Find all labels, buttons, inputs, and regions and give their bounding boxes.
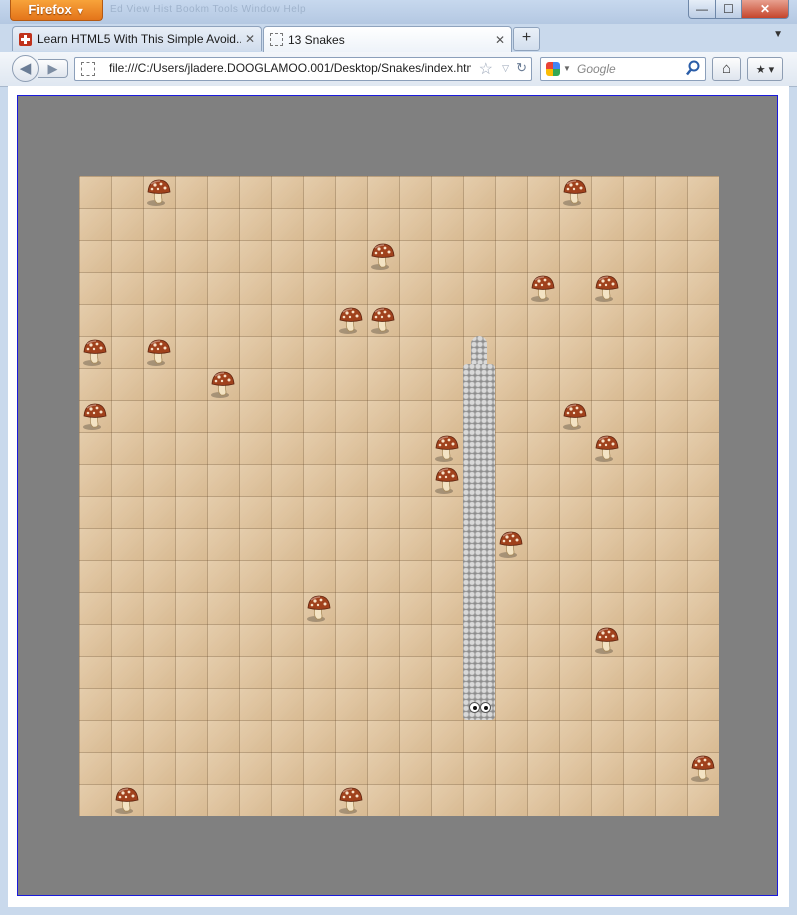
list-all-tabs-icon[interactable]: ▼	[773, 29, 783, 40]
snake-eye	[469, 702, 480, 713]
ghost-menu: Ed View Hist Bookm Tools Window Help	[110, 4, 307, 15]
red-plus-favicon-icon	[19, 32, 32, 46]
minimize-button[interactable]: —	[688, 0, 716, 19]
snake-body	[463, 364, 495, 720]
tab-13-snakes[interactable]: 13 Snakes ✕	[263, 26, 512, 52]
mushroom	[431, 432, 463, 464]
firefox-menu-button[interactable]: Firefox ▼	[10, 0, 103, 21]
home-icon: ⌂	[721, 60, 732, 77]
mushroom	[335, 304, 367, 336]
mushroom	[591, 432, 623, 464]
mushroom	[143, 176, 175, 208]
back-button[interactable]: ◀	[12, 55, 39, 82]
chevron-down-icon[interactable]: ▼	[563, 64, 571, 73]
search-icon[interactable]	[686, 60, 700, 79]
bookmark-star-icon[interactable]: ☆	[479, 59, 493, 79]
mushroom	[495, 528, 527, 560]
search-placeholder[interactable]: Google	[577, 62, 616, 76]
mushroom	[143, 336, 175, 368]
mushroom	[527, 272, 559, 304]
home-button[interactable]: ⌂	[712, 57, 741, 81]
mushroom	[367, 240, 399, 272]
bookmarks-button[interactable]: ★ ▾	[747, 57, 783, 81]
window-controls: — ☐ ✕	[688, 0, 789, 19]
reload-icon[interactable]: ↻	[516, 60, 527, 76]
mushroom	[335, 784, 367, 816]
back-forward-group: ▶ ◀	[12, 55, 68, 82]
maximize-button[interactable]: ☐	[716, 0, 742, 19]
mushroom	[591, 272, 623, 304]
tab-strip: Learn HTML5 With This Simple Avoid... ✕ …	[0, 24, 797, 52]
close-tab-icon[interactable]: ✕	[245, 32, 255, 46]
firefox-menu-label: Firefox	[28, 2, 72, 17]
snake-eye	[480, 702, 491, 713]
forward-button[interactable]: ▶	[38, 59, 68, 78]
tab-label: 13 Snakes	[288, 32, 345, 47]
snake	[463, 336, 495, 720]
search-bar[interactable]: ▼ Google	[540, 57, 706, 81]
back-arrow-icon: ◀	[19, 60, 32, 77]
mushroom	[79, 400, 111, 432]
title-bar: Firefox ▼ Ed View Hist Bookm Tools Window…	[0, 0, 797, 24]
mushroom	[207, 368, 239, 400]
mushroom	[79, 336, 111, 368]
url-bar[interactable]: file:///C:/Users/jladere.DOOGLAMOO.001/D…	[74, 57, 532, 81]
game-canvas[interactable]	[17, 95, 778, 896]
chevron-down-icon: ▼	[75, 6, 85, 16]
site-identity-icon[interactable]	[81, 62, 95, 76]
bookmarks-icon: ★	[755, 63, 766, 76]
navigation-toolbar: ▶ ◀ file:///C:/Users/jladere.DOOGLAMOO.0…	[0, 52, 797, 87]
dashed-page-icon	[270, 33, 283, 46]
google-icon[interactable]	[546, 62, 560, 76]
history-dropdown-icon[interactable]: ▽	[502, 63, 509, 74]
forward-arrow-icon: ▶	[47, 61, 58, 76]
mushroom	[559, 400, 591, 432]
window-bottom-edge	[0, 907, 797, 915]
game-board	[79, 176, 719, 816]
close-tab-icon[interactable]: ✕	[495, 33, 505, 47]
tab-label: Learn HTML5 With This Simple Avoid...	[37, 32, 241, 46]
tab-learn-html5[interactable]: Learn HTML5 With This Simple Avoid... ✕	[12, 26, 262, 51]
close-window-button[interactable]: ✕	[742, 0, 789, 19]
mushroom	[303, 592, 335, 624]
mushroom	[111, 784, 143, 816]
new-tab-button[interactable]: +	[513, 27, 540, 51]
mushroom	[367, 304, 399, 336]
mushroom	[687, 752, 719, 784]
mushroom	[431, 464, 463, 496]
url-text[interactable]: file:///C:/Users/jladere.DOOGLAMOO.001/D…	[109, 61, 471, 75]
mushroom	[591, 624, 623, 656]
mushroom	[559, 176, 591, 208]
chevron-down-icon: ▾	[768, 63, 775, 76]
